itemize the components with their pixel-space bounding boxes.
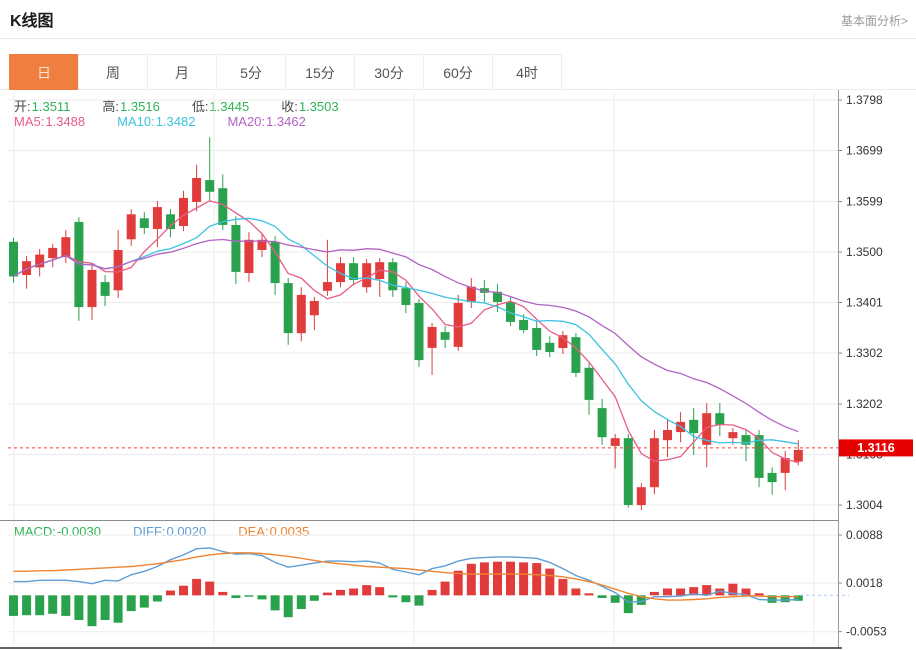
svg-text:1.3401: 1.3401 — [846, 296, 883, 310]
svg-text:0.0088: 0.0088 — [846, 528, 883, 542]
svg-text:1.3116: 1.3116 — [857, 441, 895, 455]
svg-text:1.3302: 1.3302 — [846, 346, 883, 360]
svg-text:1.3599: 1.3599 — [846, 195, 883, 209]
svg-text:1.3004: 1.3004 — [846, 498, 883, 512]
candlestick-chart[interactable]: 1.3798 1.3699 1.3599 1.3500 1.3401 1.3302 1.32… — [0, 0, 916, 650]
svg-text:1.3699: 1.3699 — [846, 144, 883, 158]
svg-text:1.3798: 1.3798 — [846, 93, 883, 107]
svg-text:1.3202: 1.3202 — [846, 397, 883, 411]
svg-text:1.3500: 1.3500 — [846, 245, 883, 259]
svg-text:-0.0053: -0.0053 — [846, 625, 887, 639]
kline-page: K线图 基本面分析> 日周月5分15分30分60分4时 开:1.3511高:1.… — [0, 0, 916, 650]
svg-text:0.0018: 0.0018 — [846, 576, 883, 590]
current-price-badge: 1.3116 — [839, 439, 913, 456]
